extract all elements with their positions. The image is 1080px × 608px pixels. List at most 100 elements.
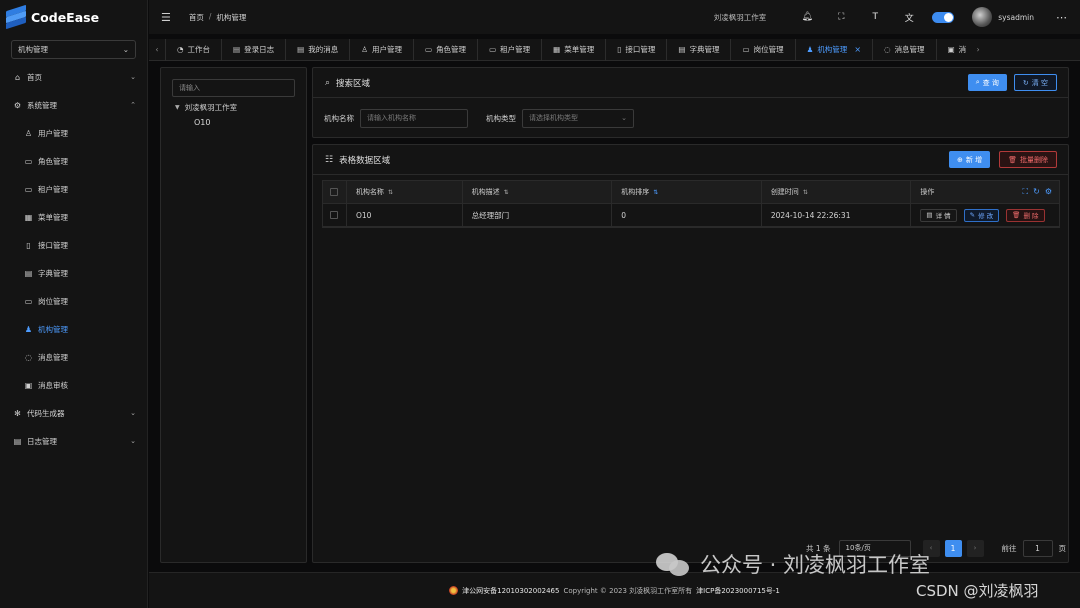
menu-search-value: 机构管理 xyxy=(18,45,48,54)
table-row[interactable]: O10 总经理部门 0 2024-10-14 22:26:31 ▤ 详 情 ✎ 修 … xyxy=(323,204,1059,227)
sidebar-item-positions[interactable]: ▭ 岗位管理 xyxy=(0,287,147,315)
sidebar-item-system[interactable]: ⚙ 系统管理 ⌃ xyxy=(0,91,147,119)
tab-label: 消息管理 xyxy=(894,45,925,54)
refresh-icon: ↻ xyxy=(1022,78,1029,87)
tab-message-audit[interactable]: ▣ 消 xyxy=(935,38,971,61)
app-name: CodeEase xyxy=(31,9,100,25)
next-page-button[interactable]: › xyxy=(966,539,984,557)
more-icon[interactable]: ⋯ xyxy=(1056,11,1068,24)
delete-button[interactable]: 🗑︎ 删 除 xyxy=(1006,208,1045,222)
sort-icon[interactable]: ⇅ xyxy=(388,189,393,196)
logo-icon xyxy=(6,4,26,30)
sidebar-item-code-generator[interactable]: ✻ 代码生成器 ⌄ xyxy=(0,399,147,427)
font-size-icon[interactable]: T xyxy=(858,12,892,22)
sidebar-item-dictionary[interactable]: ▤ 字典管理 xyxy=(0,259,147,287)
detail-button[interactable]: ▤ 详 情 xyxy=(920,208,957,222)
translate-icon[interactable]: 文 xyxy=(892,11,926,24)
tab-label: 岗位管理 xyxy=(753,45,784,54)
select-all-checkbox[interactable] xyxy=(330,188,339,196)
search-form: 机构名称 请输入机构名称 机构类型 请选择机构类型 ⌄ xyxy=(313,98,1068,138)
menu-search-select[interactable]: 机构管理 ⌄ xyxy=(11,40,136,59)
tabs-scroll-right-icon[interactable]: › xyxy=(970,45,986,54)
chevron-down-icon: ⌄ xyxy=(122,45,129,54)
tab-dictionary[interactable]: ▤ 字典管理 xyxy=(666,38,730,61)
delete-button-label: 删 除 xyxy=(1023,212,1039,220)
add-button[interactable]: ⊕ 新 增 xyxy=(949,151,991,168)
tab-messages[interactable]: ◌ 消息管理 xyxy=(872,38,936,61)
org-name-input[interactable]: 请输入机构名称 xyxy=(360,108,468,128)
sidebar-item-apis[interactable]: ▯ 接口管理 xyxy=(0,231,147,259)
theme-toggle[interactable] xyxy=(932,11,955,23)
query-button[interactable]: ⌕ 查 询 xyxy=(967,74,1007,91)
audit-icon: ▣ xyxy=(947,45,955,54)
sort-icon[interactable]: ⇅ xyxy=(803,189,808,196)
sidebar-item-menus[interactable]: ▦ 菜单管理 xyxy=(0,203,147,231)
tab-my-messages[interactable]: ▤ 我的消息 xyxy=(285,38,349,61)
column-header-label: 机构名称 xyxy=(355,188,384,196)
sort-icon[interactable]: ⇅ xyxy=(504,189,509,196)
column-header-sort[interactable]: 机构排序 ⇅ xyxy=(612,181,762,203)
sidebar-item-home[interactable]: ⌂ 首页 ⌄ xyxy=(0,63,147,91)
fullscreen-icon[interactable]: ⛶ xyxy=(1023,187,1029,197)
cell-desc: 总经理部门 xyxy=(463,204,613,226)
user-icon: ♟ xyxy=(806,45,814,54)
goto-page-input[interactable]: 1 xyxy=(1022,539,1053,557)
column-header-desc[interactable]: 机构描述 ⇅ xyxy=(463,181,613,203)
close-icon[interactable]: × xyxy=(854,45,861,54)
clear-button-label: 清 空 xyxy=(1031,78,1048,87)
column-header-created[interactable]: 创建时间 ⇅ xyxy=(762,181,912,203)
avatar[interactable] xyxy=(972,7,993,27)
sidebar-item-messages[interactable]: ◌ 消息管理 xyxy=(0,343,147,371)
message-icon: ◌ xyxy=(25,352,32,362)
clear-button[interactable]: ↻ 清 空 xyxy=(1013,74,1057,91)
sidebar-item-tenants[interactable]: ▭ 租户管理 xyxy=(0,175,147,203)
tab-label: 登录日志 xyxy=(244,45,275,54)
tab-positions[interactable]: ▭ 岗位管理 xyxy=(730,38,794,61)
column-header-name[interactable]: 机构名称 ⇅ xyxy=(347,181,463,203)
fullscreen-icon[interactable]: ⛶ xyxy=(824,12,858,22)
batch-delete-button-label: 批量删除 xyxy=(1020,155,1048,164)
police-record-link[interactable]: 津公网安备12010302002465 xyxy=(462,586,559,596)
sidebar-item-users[interactable]: ♙ 用户管理 xyxy=(0,119,147,147)
refresh-icon[interactable]: ↻ xyxy=(1033,187,1040,197)
tree-node-child[interactable]: O10 xyxy=(161,118,306,127)
sidebar-item-logs[interactable]: ▤ 日志管理 ⌄ xyxy=(0,427,147,455)
page-number-current[interactable]: 1 xyxy=(944,539,962,557)
tab-users[interactable]: ♙ 用户管理 xyxy=(349,38,413,61)
sort-icon[interactable]: ⇅ xyxy=(653,189,658,196)
add-button-label: 新 增 xyxy=(965,155,983,164)
row-checkbox[interactable] xyxy=(330,211,339,219)
sidebar-item-message-audit[interactable]: ▣ 消息审核 xyxy=(0,371,147,399)
org-type-label: 机构类型 xyxy=(486,113,516,123)
sidebar-item-roles[interactable]: ▭ 角色管理 xyxy=(0,147,147,175)
tree-node-root[interactable]: ▼ 刘凌枫羽工作室 xyxy=(161,102,306,113)
menu-toggle-icon[interactable]: ☰ xyxy=(161,11,171,24)
tab-organizations[interactable]: ♟ 机构管理 × xyxy=(794,38,872,61)
tab-label: 租户管理 xyxy=(500,45,531,54)
chevron-down-icon: ⌄ xyxy=(130,437,136,445)
breadcrumb-home[interactable]: 首页 xyxy=(189,12,204,23)
tab-dashboard[interactable]: ◔ 工作台 xyxy=(165,38,221,61)
app-logo[interactable]: CodeEase xyxy=(0,0,147,34)
username[interactable]: sysadmin xyxy=(998,13,1034,22)
tab-menus[interactable]: ▦ 菜单管理 xyxy=(541,38,605,61)
tabs-scroll-left-icon[interactable]: ‹ xyxy=(149,45,165,54)
api-icon: ▯ xyxy=(26,240,31,250)
table-area-icon: ☷ xyxy=(325,154,334,165)
batch-delete-button[interactable]: 🗑︎ 批量删除 xyxy=(999,151,1057,168)
cell-created: 2024-10-14 22:26:31 xyxy=(762,204,912,226)
sidebar-item-label: 代码生成器 xyxy=(27,408,65,418)
tab-tenants[interactable]: ▭ 租户管理 xyxy=(477,38,541,61)
tab-roles[interactable]: ▭ 角色管理 xyxy=(412,38,477,61)
caret-down-icon[interactable]: ▼ xyxy=(175,104,180,111)
settings-icon[interactable]: ⚙ xyxy=(1045,187,1052,197)
org-type-select[interactable]: 请选择机构类型 ⌄ xyxy=(522,108,634,128)
icp-record-link[interactable]: 津ICP备2023000715号-1 xyxy=(696,586,780,596)
tab-apis[interactable]: ▯ 接口管理 xyxy=(605,38,666,61)
tree-search-input[interactable]: 请输入 xyxy=(172,79,295,97)
bell-icon[interactable]: 🔔︎ xyxy=(790,12,824,22)
sidebar-item-organizations[interactable]: ♟ 机构管理 xyxy=(0,315,147,343)
tab-login-log[interactable]: ▤ 登录日志 xyxy=(221,38,285,61)
breadcrumb-current: 机构管理 xyxy=(216,12,247,22)
edit-button[interactable]: ✎ 修 改 xyxy=(963,208,1000,222)
